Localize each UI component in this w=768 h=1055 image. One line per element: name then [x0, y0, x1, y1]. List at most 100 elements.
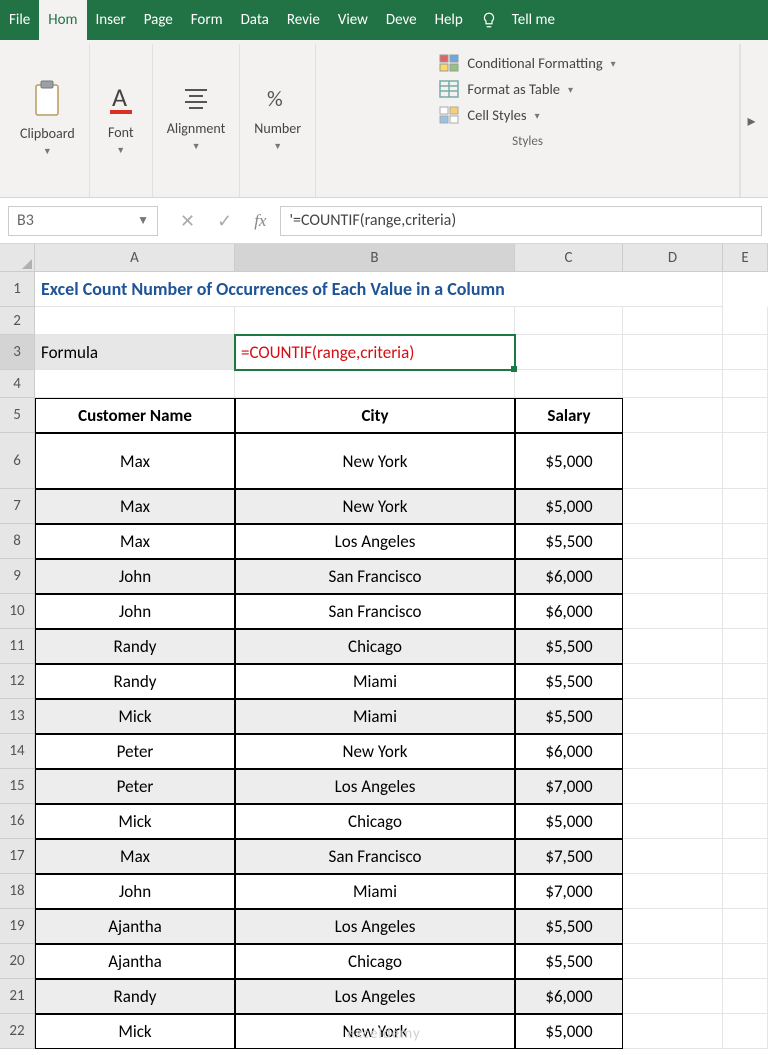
col-header-B[interactable]: B — [235, 244, 515, 271]
row-header[interactable]: 20 — [0, 944, 35, 979]
data-cell[interactable]: Max — [35, 524, 235, 559]
cell[interactable] — [623, 398, 723, 433]
data-cell[interactable]: $5,000 — [515, 433, 623, 489]
format-as-table-button[interactable]: Format as Table▾ — [439, 80, 615, 98]
col-header-D[interactable]: D — [623, 244, 723, 271]
formula-input[interactable]: '=COUNTIF(range,criteria) — [280, 206, 762, 236]
row-header[interactable]: 10 — [0, 594, 35, 629]
tab-review[interactable]: Revie — [278, 0, 329, 40]
cell[interactable] — [723, 909, 768, 944]
data-cell[interactable]: $5,500 — [515, 909, 623, 944]
fx-icon[interactable]: fx — [254, 211, 266, 231]
cell[interactable] — [623, 307, 723, 335]
cell[interactable] — [515, 335, 623, 370]
data-cell[interactable]: New York — [235, 489, 515, 524]
cell[interactable] — [623, 734, 723, 769]
cell[interactable] — [723, 559, 768, 594]
cell-styles-button[interactable]: Cell Styles▾ — [439, 106, 615, 124]
cell[interactable] — [623, 433, 723, 489]
data-cell[interactable]: Max — [35, 489, 235, 524]
cell[interactable] — [623, 629, 723, 664]
cell[interactable] — [515, 370, 623, 398]
worksheet-grid[interactable]: A B C D E 1 Excel Count Number of Occurr… — [0, 244, 768, 1049]
data-cell[interactable]: $5,500 — [515, 944, 623, 979]
cell[interactable] — [723, 769, 768, 804]
row-header[interactable]: 22 — [0, 1014, 35, 1049]
row-header[interactable]: 18 — [0, 874, 35, 909]
data-cell[interactable]: $5,500 — [515, 699, 623, 734]
row-header[interactable]: 21 — [0, 979, 35, 1014]
data-cell[interactable]: Mick — [35, 699, 235, 734]
table-header[interactable]: Salary — [515, 398, 623, 433]
data-cell[interactable]: Max — [35, 839, 235, 874]
cell[interactable] — [623, 1014, 723, 1049]
row-header[interactable]: 8 — [0, 524, 35, 559]
data-cell[interactable]: Los Angeles — [235, 909, 515, 944]
tell-me-search[interactable]: Tell me — [506, 0, 561, 40]
data-cell[interactable]: $7,500 — [515, 839, 623, 874]
data-cell[interactable]: John — [35, 874, 235, 909]
data-cell[interactable]: San Francisco — [235, 559, 515, 594]
data-cell[interactable]: $5,500 — [515, 524, 623, 559]
tab-file[interactable]: File — [0, 0, 39, 40]
cell[interactable] — [623, 874, 723, 909]
cell[interactable] — [235, 307, 515, 335]
data-cell[interactable]: Max — [35, 433, 235, 489]
tab-home[interactable]: Hom — [39, 0, 86, 40]
cell[interactable] — [723, 433, 768, 489]
data-cell[interactable]: New York — [235, 433, 515, 489]
data-cell[interactable]: Los Angeles — [235, 979, 515, 1014]
cell[interactable] — [235, 370, 515, 398]
data-cell[interactable]: $5,000 — [515, 1014, 623, 1049]
title-cell[interactable]: Excel Count Number of Occurrences of Eac… — [35, 272, 723, 307]
paste-button[interactable]: Clipboard ▼ — [14, 75, 81, 161]
cell[interactable] — [723, 489, 768, 524]
row-header[interactable]: 16 — [0, 804, 35, 839]
row-header[interactable]: 12 — [0, 664, 35, 699]
select-all-corner[interactable] — [0, 244, 35, 271]
data-cell[interactable]: Chicago — [235, 804, 515, 839]
data-cell[interactable]: $7,000 — [515, 769, 623, 804]
table-header[interactable]: City — [235, 398, 515, 433]
cell[interactable] — [623, 944, 723, 979]
cell[interactable] — [723, 629, 768, 664]
cell[interactable] — [623, 489, 723, 524]
cell[interactable] — [723, 398, 768, 433]
cell[interactable] — [623, 664, 723, 699]
cell[interactable] — [623, 594, 723, 629]
cell[interactable] — [723, 307, 768, 335]
row-header[interactable]: 17 — [0, 839, 35, 874]
data-cell[interactable]: $7,000 — [515, 874, 623, 909]
cell[interactable] — [623, 370, 723, 398]
data-cell[interactable]: John — [35, 594, 235, 629]
data-cell[interactable]: John — [35, 559, 235, 594]
cell[interactable] — [723, 335, 768, 370]
row-header[interactable]: 13 — [0, 699, 35, 734]
cell[interactable] — [623, 979, 723, 1014]
enter-icon[interactable]: ✓ — [217, 210, 232, 232]
cell[interactable] — [723, 1014, 768, 1049]
data-cell[interactable]: Miami — [235, 664, 515, 699]
cancel-icon[interactable]: ✕ — [180, 210, 195, 232]
row-header[interactable]: 7 — [0, 489, 35, 524]
data-cell[interactable]: Ajantha — [35, 944, 235, 979]
data-cell[interactable]: Los Angeles — [235, 524, 515, 559]
cell[interactable] — [723, 594, 768, 629]
data-cell[interactable]: New York — [235, 1014, 515, 1049]
row-header[interactable]: 1 — [0, 272, 35, 307]
cell[interactable] — [723, 944, 768, 979]
data-cell[interactable]: San Francisco — [235, 594, 515, 629]
cell[interactable] — [35, 307, 235, 335]
data-cell[interactable]: Randy — [35, 664, 235, 699]
alignment-button[interactable]: Alignment ▼ — [161, 80, 232, 156]
data-cell[interactable]: Peter — [35, 734, 235, 769]
cell[interactable] — [35, 370, 235, 398]
cell[interactable] — [723, 699, 768, 734]
tab-insert[interactable]: Inser — [87, 0, 135, 40]
cell[interactable] — [623, 699, 723, 734]
active-cell-B3[interactable]: =COUNTIF(range,criteria) — [235, 335, 515, 370]
data-cell[interactable]: Randy — [35, 629, 235, 664]
col-header-A[interactable]: A — [35, 244, 235, 271]
data-cell[interactable]: Mick — [35, 1014, 235, 1049]
tab-formulas[interactable]: Form — [182, 0, 232, 40]
